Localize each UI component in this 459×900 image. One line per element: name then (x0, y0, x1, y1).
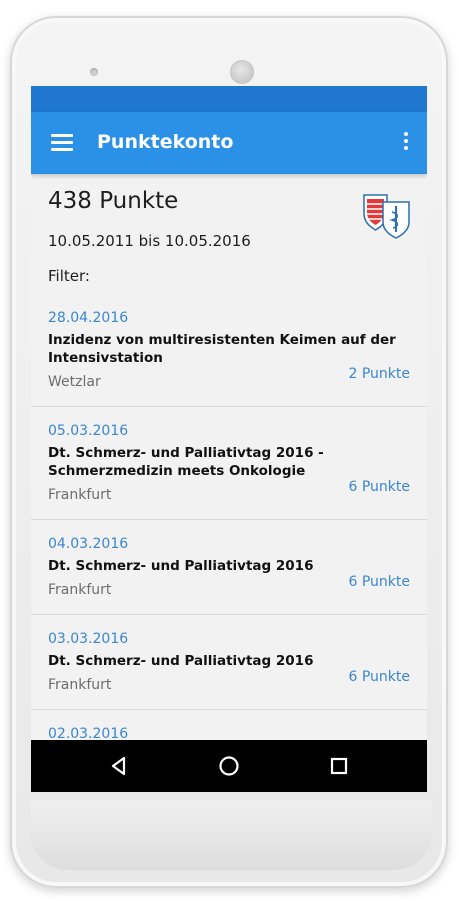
points-summary: 438 Punkte 10.05.2011 bis 10.05.2016 Fil… (31, 174, 427, 294)
entry-points: 6 Punkte (348, 669, 410, 685)
back-triangle-icon[interactable] (108, 755, 130, 777)
date-range: 10.05.2011 bis 10.05.2016 (48, 232, 251, 250)
list-item[interactable]: 28.04.2016 Inzidenz von multiresistenten… (31, 294, 427, 407)
hamburger-menu-icon[interactable] (51, 134, 73, 151)
sensor-dot (90, 68, 98, 76)
list-item[interactable]: 05.03.2016 Dt. Schmerz- und Palliativtag… (31, 407, 427, 520)
entry-points: 6 Punkte (348, 574, 410, 590)
entry-date: 28.04.2016 (48, 310, 129, 326)
status-bar (31, 86, 427, 112)
entry-date: 03.03.2016 (48, 631, 129, 647)
entry-title: Dt. Schmerz- und Palliativtag 2016 (48, 558, 314, 574)
points-list: 28.04.2016 Inzidenz von multiresistenten… (31, 294, 427, 770)
home-circle-icon[interactable] (218, 755, 240, 777)
list-item[interactable]: 03.03.2016 Dt. Schmerz- und Palliativtag… (31, 615, 427, 710)
entry-date: 04.03.2016 (48, 536, 129, 552)
content-area: 438 Punkte 10.05.2011 bis 10.05.2016 Fil… (31, 174, 427, 770)
coat-of-arms-icon (363, 194, 410, 239)
more-vertical-icon[interactable] (403, 132, 409, 154)
entry-title: Dt. Schmerz- und Palliativtag 2016 - Sch… (48, 445, 324, 479)
bottom-bezel (30, 800, 432, 870)
system-nav-bar (31, 740, 427, 792)
front-camera (230, 60, 254, 84)
app-title: Punktekonto (97, 131, 234, 153)
entry-points: 6 Punkte (348, 479, 410, 495)
entry-points: 2 Punkte (348, 366, 410, 382)
entry-title: Inzidenz von multiresistenten Keimen auf… (48, 332, 396, 366)
filter-label[interactable]: Filter: (48, 267, 90, 285)
recent-apps-square-icon[interactable] (329, 756, 349, 776)
app-bar: Punktekonto (31, 112, 427, 174)
list-item[interactable]: 04.03.2016 Dt. Schmerz- und Palliativtag… (31, 520, 427, 615)
entry-title: Dt. Schmerz- und Palliativtag 2016 (48, 653, 314, 669)
points-total: 438 Punkte (48, 188, 179, 214)
entry-date: 05.03.2016 (48, 423, 129, 439)
phone-screen: Punktekonto 438 Punkte 10.05.2011 bis 10… (31, 86, 427, 792)
entry-date: 02.03.2016 (48, 726, 129, 742)
